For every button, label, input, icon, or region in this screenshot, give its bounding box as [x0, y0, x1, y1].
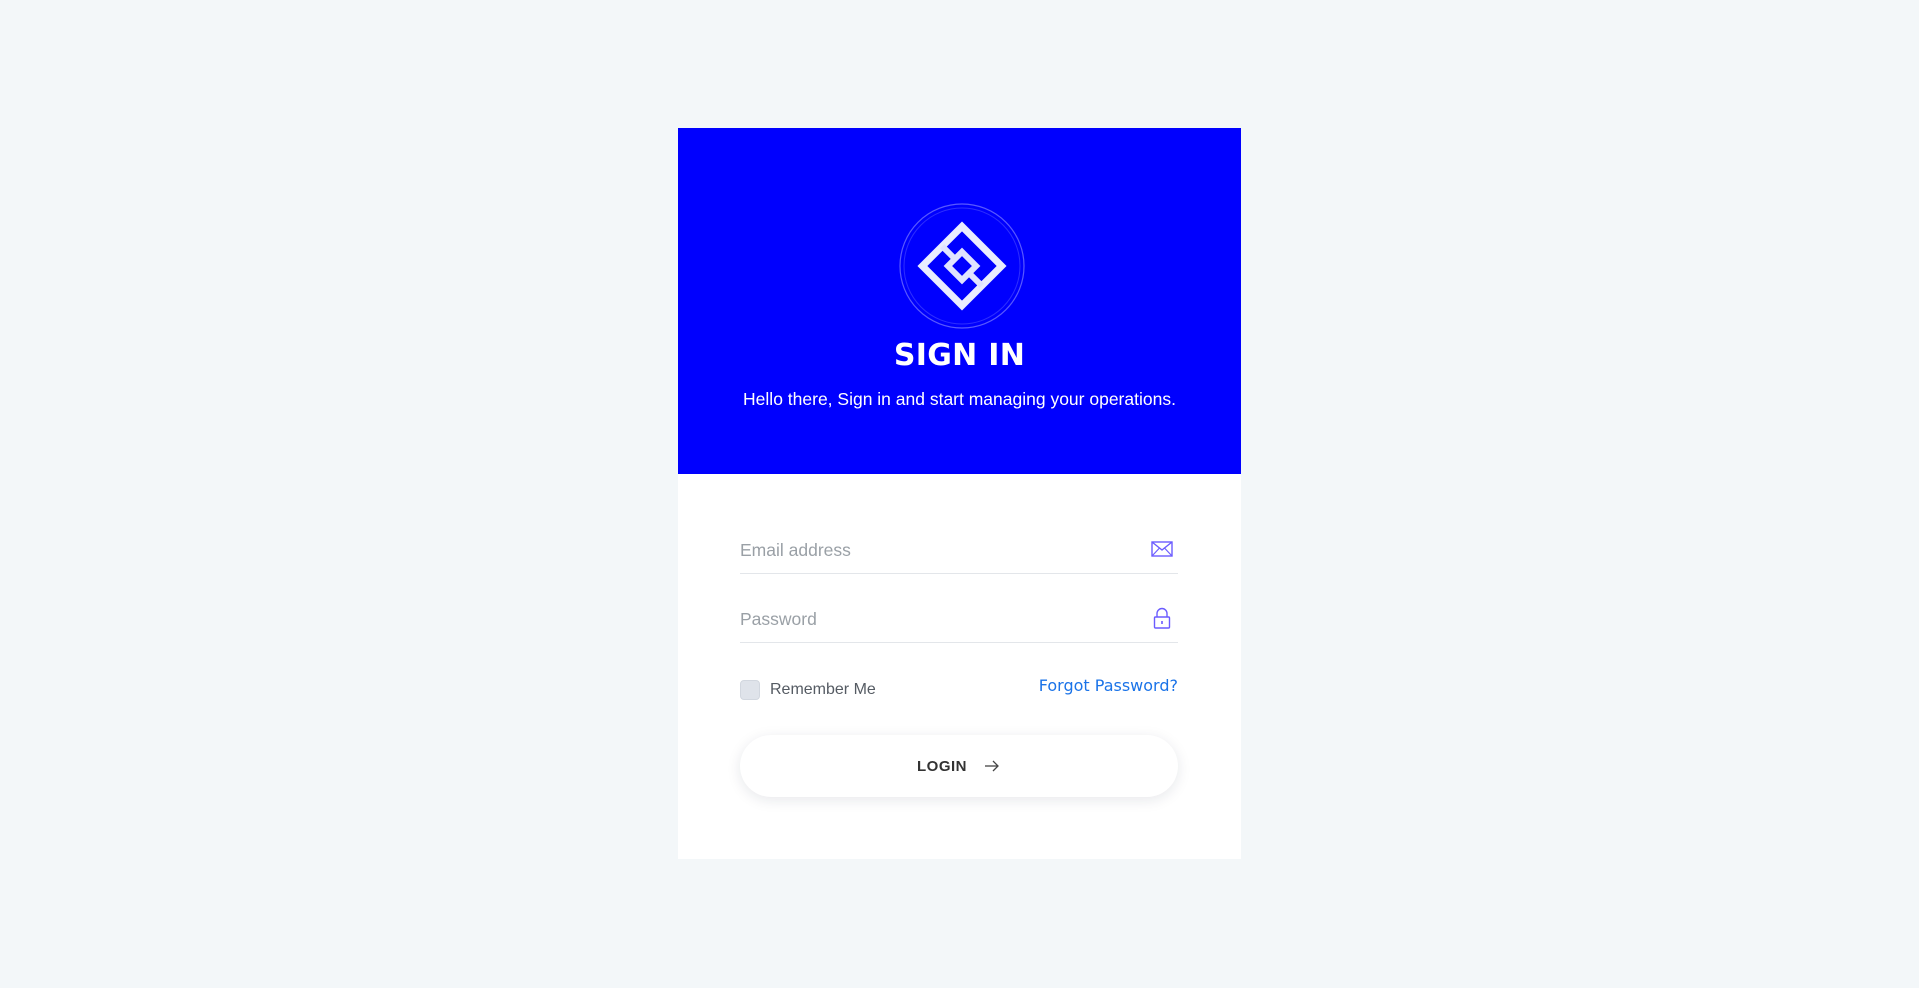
remember-me-checkbox[interactable] [740, 680, 760, 700]
diamond-logo-icon [899, 203, 1025, 329]
arrow-right-icon [985, 760, 999, 772]
password-field-wrapper [740, 592, 1178, 643]
email-field[interactable] [740, 535, 1120, 565]
sign-in-header: SIGN IN Hello there, Sign in and start m… [678, 128, 1241, 474]
page-subtitle: Hello there, Sign in and start managing … [743, 389, 1176, 409]
envelope-icon [1151, 541, 1173, 557]
forgot-password-link[interactable]: Forgot Password? [1039, 676, 1178, 695]
lock-icon [1153, 607, 1171, 629]
remember-me-label: Remember Me [770, 681, 876, 698]
sign-in-card: SIGN IN Hello there, Sign in and start m… [678, 128, 1241, 859]
email-field-wrapper [740, 523, 1178, 574]
login-button-label: LOGIN [917, 757, 967, 775]
login-button[interactable]: LOGIN [740, 735, 1178, 797]
page-title: SIGN IN [893, 338, 1026, 373]
remember-me: Remember Me [740, 679, 876, 701]
password-field[interactable] [740, 604, 1120, 634]
